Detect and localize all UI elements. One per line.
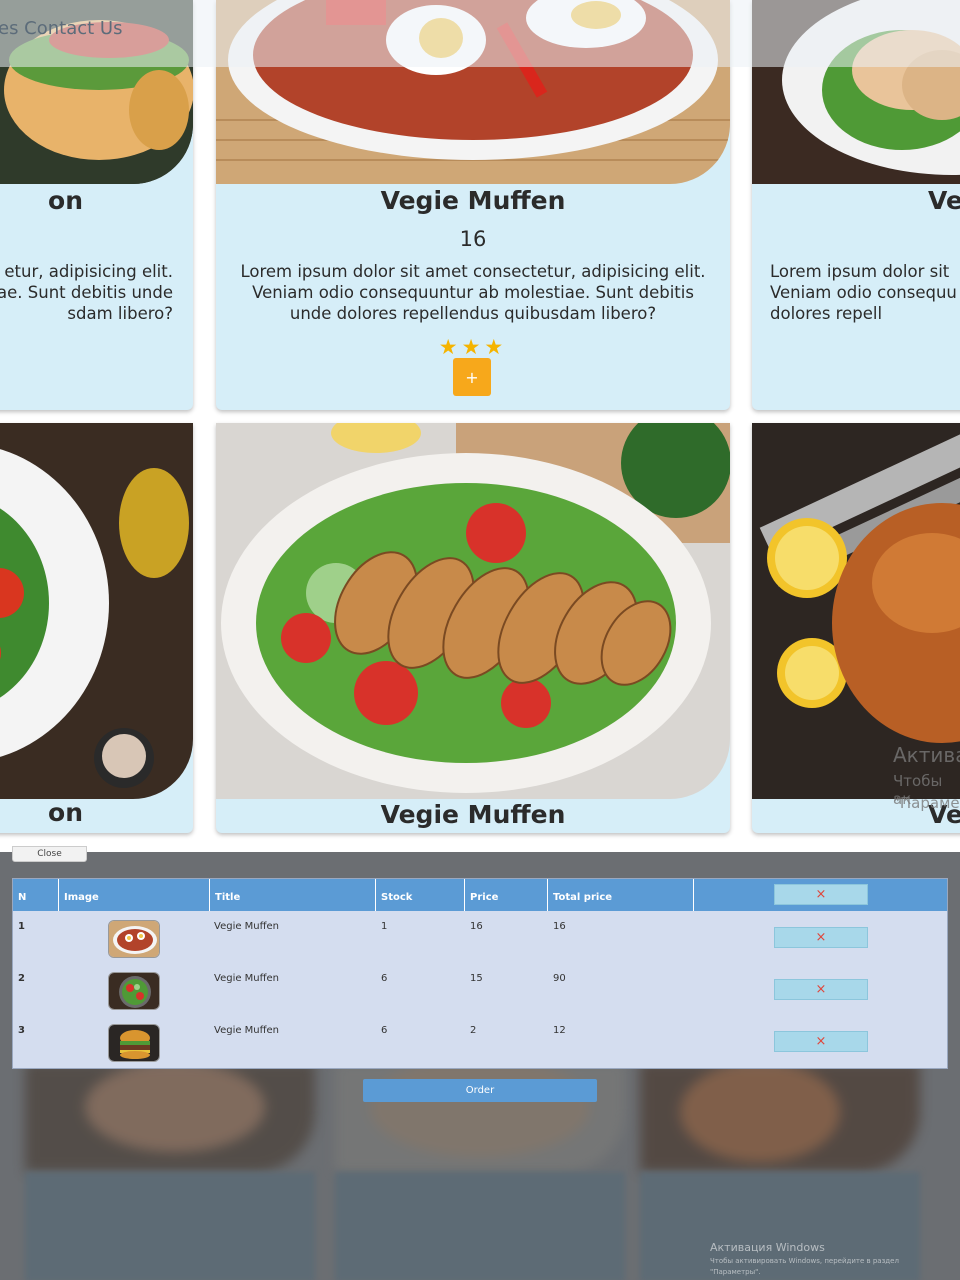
windows-watermark: Активация Windows [710,1241,825,1254]
blurred-product-image [25,1062,315,1172]
row-number: 1 [18,921,25,932]
product-description: Lorem ipsum dolor sit Veniam odio conseq… [770,262,957,323]
product-card: on [0,423,193,833]
row-total: 16 [553,921,566,932]
windows-watermark: Актива [893,743,960,767]
blurred-card [335,1172,625,1280]
windows-watermark: "Парамет [893,794,960,812]
row-total: 90 [553,973,566,984]
table-row: 1 Vegie Muffen 1 16 16 × [13,913,947,965]
row-price: 15 [470,973,483,984]
order-button[interactable]: Order [363,1079,597,1102]
product-image [216,423,730,799]
product-title: on [48,186,83,215]
nav-links[interactable]: es Contact Us [0,18,122,39]
row-stock: 6 [381,1025,388,1036]
row-stock: 1 [381,921,388,932]
add-to-cart-button[interactable]: + [453,358,491,396]
table-row: 2 Vegie Muffen 6 15 90 × [13,965,947,1017]
table-row: 3 Vegie Muffen 6 2 12 × [13,1017,947,1069]
delete-row-button[interactable]: × [774,979,868,1000]
product-title: on [48,798,83,827]
product-title: Vegie Muffen [380,186,566,215]
row-price: 16 [470,921,483,932]
windows-watermark: Чтобы активировать Windows, перейдите в … [710,1257,899,1265]
blurred-product-image [640,1062,920,1172]
delete-row-button[interactable]: × [774,1031,868,1052]
product-image [0,423,193,799]
table-header: N Image Title Stock Price Total price × [13,879,947,911]
tomato-salad-thumb [108,920,160,958]
cart-table: N Image Title Stock Price Total price × … [12,878,948,1069]
row-number: 2 [18,973,25,984]
blurred-card [25,1172,315,1280]
row-title: Vegie Muffen [214,921,280,932]
product-description: Lorem ipsum dolor sit amet consectetur, … [240,262,706,323]
product-title: Vegie Muffen [380,800,566,829]
product-card: Vegie Muffen 15 [216,423,730,833]
bowl-salad-thumb [108,972,160,1010]
row-title: Vegie Muffen [214,1025,280,1036]
row-stock: 6 [381,973,388,984]
rating-stars-icon: ★★★ [438,335,508,359]
close-button[interactable]: Close [12,846,87,862]
product-grid: on etur, adipisicing elit. tiae. Sunt de… [0,0,960,852]
clear-cart-button[interactable]: × [774,884,868,905]
column-header-n: N [13,879,59,911]
column-header-stock: Stock [376,879,465,911]
row-title: Vegie Muffen [214,973,280,984]
column-header-image: Image [59,879,210,911]
column-header-title: Title [210,879,376,911]
windows-watermark: "Параметры". [710,1268,761,1276]
row-price: 2 [470,1025,477,1036]
product-title: Veg [928,186,960,215]
product-price: 16 [459,227,487,251]
row-number: 3 [18,1025,25,1036]
row-total: 12 [553,1025,566,1036]
product-description: etur, adipisicing elit. tiae. Sunt debit… [0,262,173,323]
column-header-total-price: Total price [548,879,694,911]
column-header-price: Price [465,879,548,911]
burger-thumb [108,1024,160,1062]
navbar: es Contact Us [0,0,960,67]
delete-row-button[interactable]: × [774,927,868,948]
